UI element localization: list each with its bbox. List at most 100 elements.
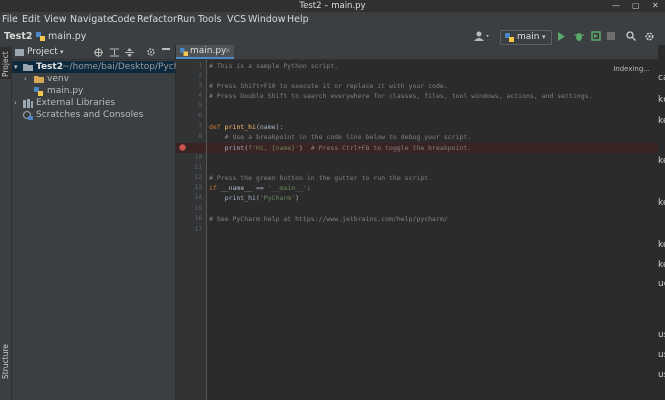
tab-label: main.py [190, 46, 227, 56]
project-tool-tab[interactable]: Project [0, 47, 11, 79]
menu-tools[interactable]: Tools [198, 12, 221, 28]
folder-icon [15, 48, 24, 56]
run-icon[interactable] [557, 32, 566, 41]
background-window-edge: cat kc key key key key key uc use use us… [658, 45, 665, 400]
locate-icon[interactable] [94, 48, 103, 57]
collapse-all-icon[interactable] [125, 48, 134, 57]
code-token: (name): [255, 123, 284, 131]
run-config-selector[interactable]: main ▾ [500, 30, 552, 45]
tab-main-py[interactable]: main.py ✕ [176, 45, 234, 59]
menu-edit[interactable]: Edit [22, 12, 40, 28]
stop-icon[interactable] [607, 32, 615, 40]
line-number: 14 [194, 194, 202, 201]
line-number: 4 [198, 92, 202, 99]
line-number: 10 [194, 154, 202, 161]
string-literal: f'Hi, {name}' [248, 144, 300, 152]
close-tab-icon[interactable]: ✕ [225, 45, 231, 58]
tree-item-external-libraries[interactable]: › External Libraries [12, 97, 175, 109]
hide-panel-icon[interactable] [162, 48, 170, 50]
add-user-icon[interactable] [474, 31, 490, 42]
gear-icon[interactable] [146, 47, 156, 57]
structure-tool-tab[interactable]: Structure [0, 341, 11, 381]
run-config-label: main [517, 32, 540, 42]
chevron-down-icon: ▾ [542, 33, 546, 41]
menu-window[interactable]: Window [248, 12, 285, 28]
left-tool-strip: Project Structure [0, 45, 12, 400]
menu-vcs[interactable]: VCS [227, 12, 246, 28]
code-line-14: print_hi('PyCharm') [209, 194, 299, 202]
background-text: key [658, 116, 665, 126]
line-number: 3 [198, 82, 202, 89]
debug-icon[interactable] [574, 31, 584, 42]
code-comment: # Press Ctrl+F8 to toggle the breakpoint… [310, 144, 472, 152]
tree-item-scratches[interactable]: Scratches and Consoles [12, 109, 175, 121]
menu-run[interactable]: Run [177, 12, 195, 28]
window-title: Test2 – main.py [299, 1, 366, 11]
code-editor[interactable]: Indexing... # This is a sample Python sc… [207, 60, 658, 400]
line-number: 8 [198, 133, 202, 140]
tree-item-label: Scratches and Consoles [36, 110, 144, 120]
tree-item-label: main.py [47, 86, 84, 96]
string-literal: '__main__' [267, 184, 307, 192]
menu-bar: File Edit View Navigate Code Refactor Ru… [0, 12, 665, 28]
line-number: 5 [198, 102, 202, 109]
menu-navigate[interactable]: Navigate [70, 12, 113, 28]
navigation-bar: Test2 › main.py main ▾ [0, 28, 665, 46]
code-line-12: # Press the green button in the gutter t… [209, 174, 433, 182]
line-number: 7 [198, 123, 202, 130]
editor-gutter[interactable]: 1 2 3 4 5 6 7 8 9 10 11 12 13 14 15 16 1… [176, 60, 207, 400]
tree-item-venv[interactable]: › venv [12, 73, 175, 85]
breadcrumb-file[interactable]: main.py [48, 28, 86, 45]
code-token: print [209, 144, 245, 152]
window-title-bar: Test2 – main.py — ▢ ✕ [0, 0, 665, 12]
code-token: __name__ == [220, 184, 268, 192]
project-view-selector[interactable]: Project [27, 45, 58, 59]
minimize-icon[interactable]: — [612, 0, 620, 12]
code-token: ) [295, 194, 300, 202]
background-text: key [658, 198, 665, 208]
folder-icon [34, 75, 44, 83]
library-icon [23, 99, 33, 108]
keyword: if [209, 184, 221, 192]
project-panel-header: Project ▾ [12, 45, 175, 60]
editor-tab-bar: main.py ✕ [176, 45, 658, 60]
line-number: 1 [198, 62, 202, 69]
indexing-status: Indexing... [613, 65, 650, 73]
menu-view[interactable]: View [44, 12, 67, 28]
expand-all-icon[interactable] [110, 48, 119, 57]
tree-item-label: External Libraries [36, 98, 116, 108]
code-line-16: # See PyCharm help at https://www.jetbra… [209, 215, 448, 223]
tree-item-root[interactable]: ▾ Test2 ~/home/bai/Desktop/Pycharm [12, 61, 197, 73]
string-literal: 'PyCharm' [259, 194, 296, 202]
close-icon[interactable]: ✕ [652, 0, 659, 12]
line-number: 17 [194, 226, 202, 233]
chevron-down-icon[interactable]: ▾ [60, 45, 64, 59]
menu-code[interactable]: Code [111, 12, 135, 28]
coverage-icon[interactable] [591, 31, 601, 41]
background-text: cat [658, 73, 665, 83]
line-number: 6 [198, 112, 202, 119]
menu-refactor[interactable]: Refactor [137, 12, 177, 28]
breakpoint-icon[interactable] [179, 144, 186, 151]
code-line-3: # Press Shift+F10 to execute it or repla… [209, 82, 448, 90]
background-text: uc [658, 279, 665, 289]
maximize-icon[interactable]: ▢ [632, 0, 640, 12]
menu-help[interactable]: Help [287, 12, 309, 28]
line-number: 13 [194, 184, 202, 191]
background-text: use [658, 350, 665, 360]
code-line-8: # Use a breakpoint in the code line belo… [209, 133, 472, 141]
folder-icon [23, 63, 33, 71]
background-text: kc [658, 95, 665, 105]
search-icon[interactable] [626, 31, 636, 41]
background-text: key [658, 260, 665, 270]
background-text: key [658, 156, 665, 166]
tree-item-main[interactable]: main.py [12, 85, 175, 97]
function-name: print_hi [224, 123, 256, 131]
line-number: 15 [194, 205, 202, 212]
settings-icon[interactable] [644, 31, 655, 42]
menu-file[interactable]: File [2, 12, 18, 28]
chevron-right-icon: › [24, 75, 27, 83]
code-line-1: # This is a sample Python script. [209, 62, 339, 70]
code-line-4: # Press Double Shift to search everywher… [209, 92, 593, 100]
background-text: key [658, 240, 665, 250]
